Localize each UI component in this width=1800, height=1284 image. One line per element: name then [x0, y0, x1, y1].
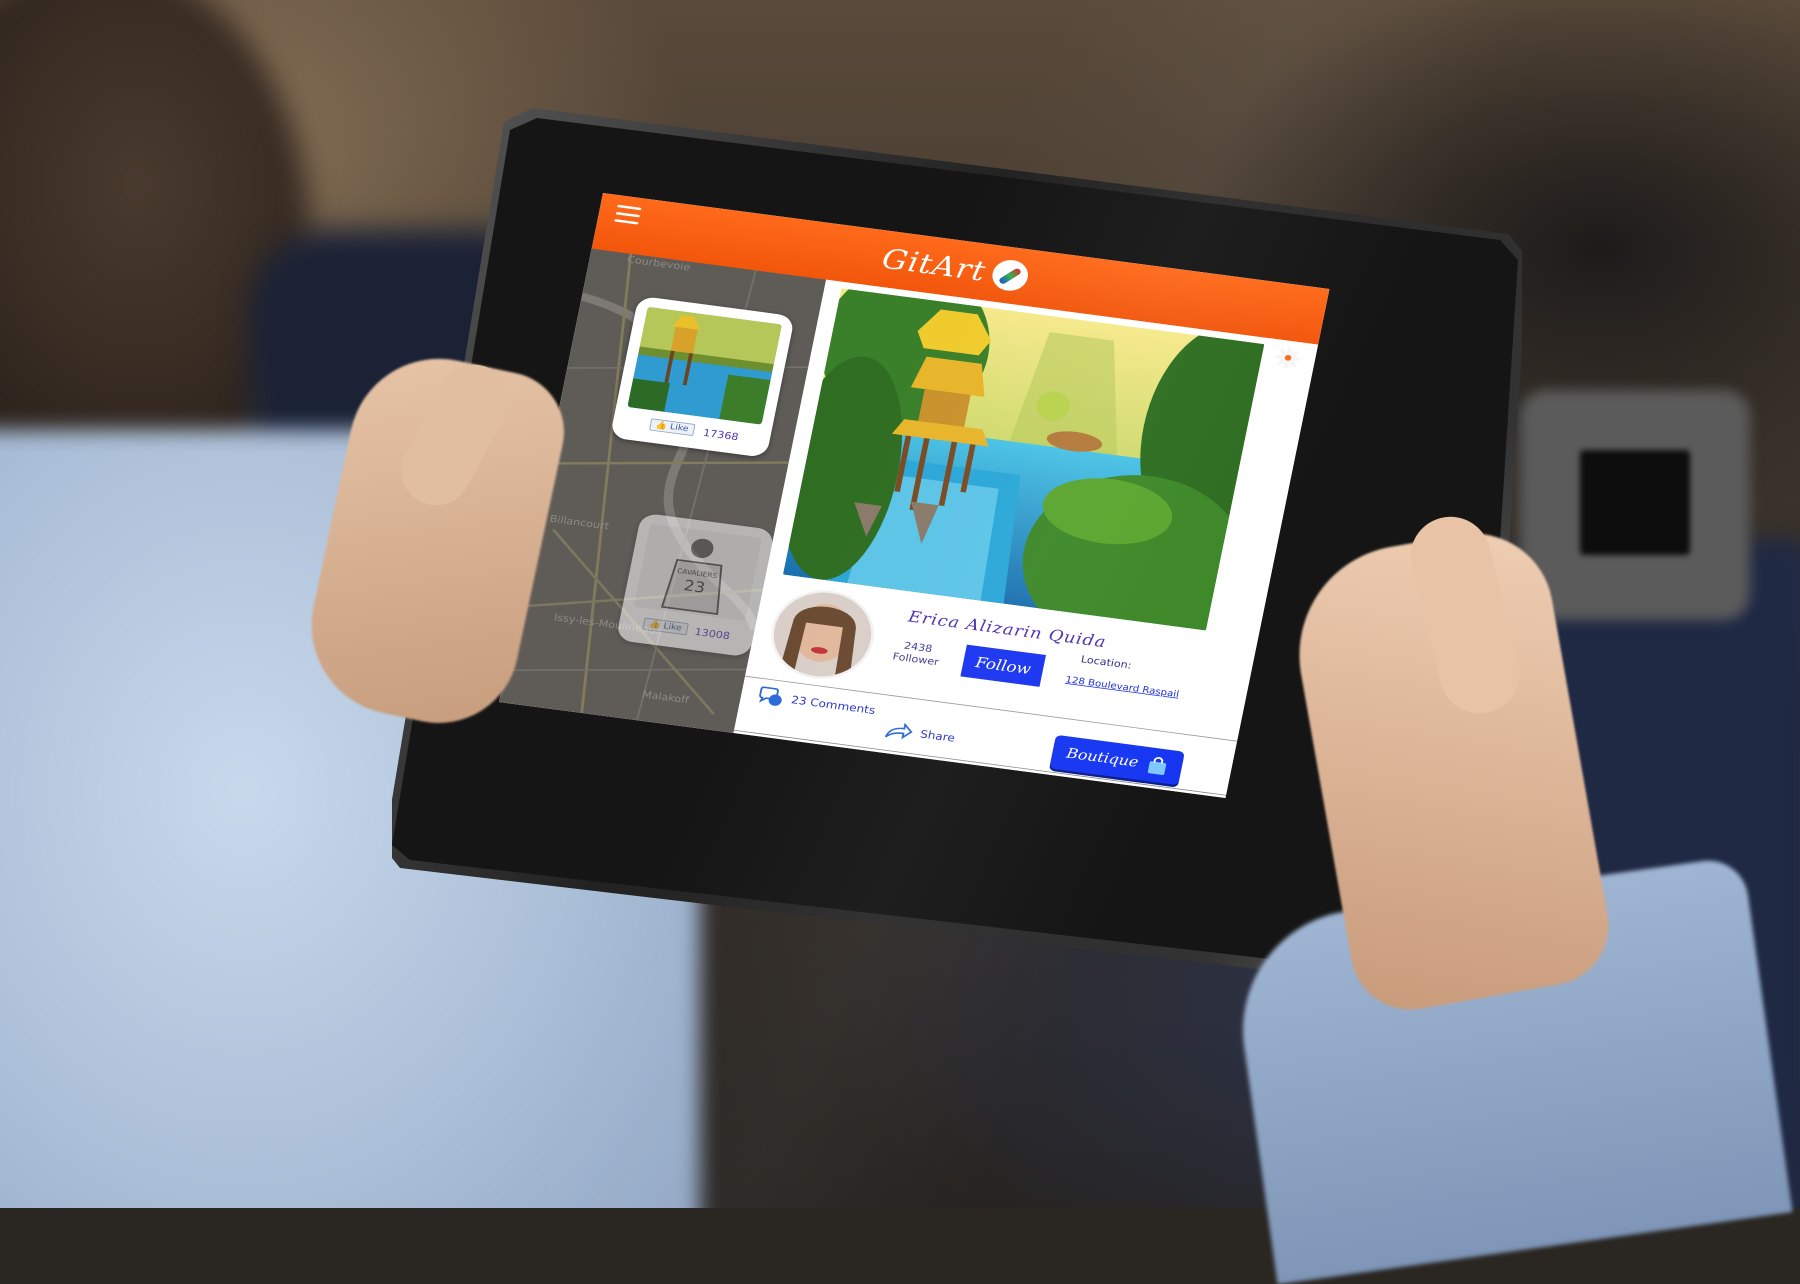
paintbrush-logo-icon — [989, 257, 1031, 293]
thumbs-up-icon: 👍 — [648, 619, 662, 631]
artwork-image[interactable] — [782, 288, 1265, 631]
comment-bubble-icon — [758, 686, 782, 706]
card-thumbnail[interactable] — [627, 306, 783, 425]
share-button[interactable]: Share — [884, 721, 957, 748]
follower-count: 2438 Follower — [891, 639, 942, 669]
location-link[interactable]: 128 Boulevard Raspail — [1065, 674, 1181, 699]
shopping-bag-icon — [1147, 757, 1167, 775]
thumbs-up-icon: 👍 — [654, 420, 669, 431]
gear-icon[interactable] — [1274, 346, 1302, 370]
artwork-card[interactable]: 👍 Like 17368 — [609, 295, 796, 458]
svg-text:23: 23 — [682, 576, 707, 596]
like-button[interactable]: 👍 Like — [648, 418, 696, 437]
hamburger-icon[interactable] — [614, 204, 642, 226]
artwork-card[interactable]: 23 CAVALIERS 👍 Like 13008 — [615, 512, 775, 658]
card-thumbnail[interactable]: 23 CAVALIERS — [633, 523, 762, 622]
app-screen: Courbevoie Billancourt Issy-les-Moulinea… — [499, 193, 1330, 799]
app-title: GitArt — [879, 242, 989, 289]
like-count: 17368 — [702, 426, 740, 443]
like-button[interactable]: 👍 Like — [642, 617, 689, 636]
artwork-detail-panel: Erica Alizarin Quida 2438 Follower Follo… — [733, 279, 1319, 799]
chair-arm-hole — [1580, 450, 1690, 555]
artist-avatar[interactable] — [763, 584, 883, 685]
like-count: 13008 — [693, 625, 731, 642]
share-arrow-icon — [884, 722, 913, 740]
follow-button[interactable]: Follow — [960, 644, 1046, 687]
location-label: Location: — [1079, 653, 1133, 672]
